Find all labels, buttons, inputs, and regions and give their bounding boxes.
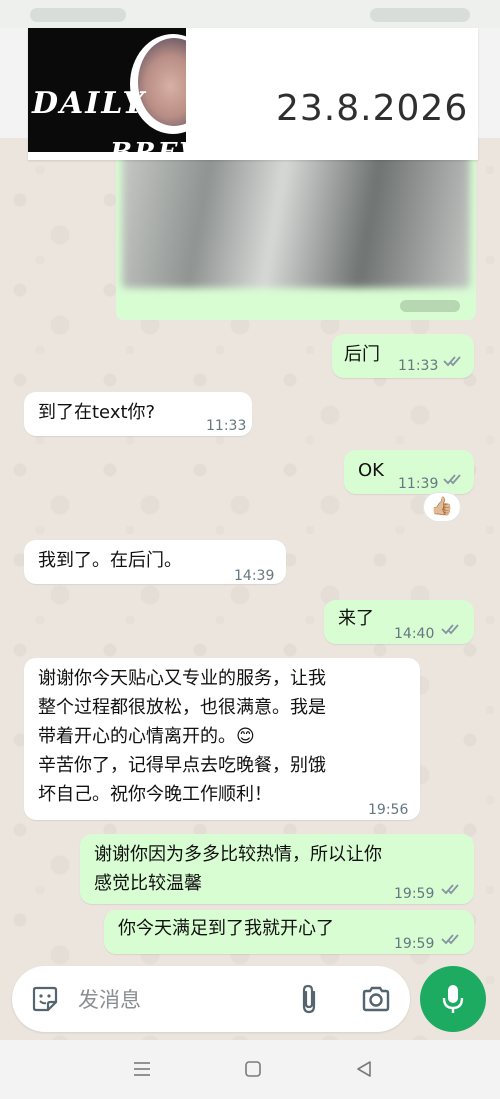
- message-text: 谢谢你因为多多比较热情，所以让你 感觉比较温馨: [94, 844, 382, 894]
- image-message-meta-blur: [400, 300, 460, 312]
- mic-button[interactable]: [420, 966, 486, 1032]
- sticker-icon[interactable]: [30, 984, 60, 1014]
- paperclip-icon[interactable]: [296, 982, 322, 1016]
- double-check-icon: [443, 474, 461, 485]
- status-bar-left-blur: [30, 8, 126, 22]
- message-time: 19:59: [394, 936, 435, 952]
- message-time: 14:39: [234, 568, 275, 584]
- message-outgoing[interactable]: 你今天满足到了我就开心了 19:59: [104, 910, 474, 954]
- message-text: 谢谢你今天贴心又专业的服务，让我 整个过程都很放松，也很满意。我是 带着开心的心…: [38, 668, 326, 805]
- message-incoming[interactable]: 我到了。在后门。 14:39: [24, 540, 286, 584]
- message-time: 19:59: [394, 886, 435, 902]
- message-text: 后门: [344, 344, 380, 365]
- microphone-icon: [442, 985, 464, 1013]
- message-time: 19:56: [368, 802, 409, 818]
- message-time: 14:40: [394, 626, 435, 642]
- status-bar-right-blur: [370, 8, 470, 22]
- message-time: 11:33: [206, 418, 247, 434]
- back-triangle-icon[interactable]: [354, 1059, 374, 1079]
- camera-icon[interactable]: [360, 984, 392, 1014]
- message-text: 我到了。在后门。: [38, 550, 182, 571]
- message-time: 11:33: [398, 358, 439, 374]
- message-text: 来了: [338, 608, 374, 629]
- double-check-icon: [441, 884, 459, 895]
- status-bar: [0, 0, 500, 28]
- daily-brew-logo: DAILY BREW: [28, 28, 186, 152]
- message-incoming[interactable]: 谢谢你今天贴心又专业的服务，让我 整个过程都很放松，也很满意。我是 带着开心的心…: [24, 658, 420, 820]
- message-outgoing[interactable]: 谢谢你因为多多比较热情，所以让你 感觉比较温馨 19:59: [80, 834, 474, 904]
- message-outgoing[interactable]: OK 11:39: [344, 450, 474, 494]
- double-check-icon: [441, 934, 459, 945]
- double-check-icon: [441, 624, 459, 635]
- thumbs-up-reaction[interactable]: 👍🏼: [423, 492, 461, 522]
- message-text: 到了在text你?: [38, 402, 156, 423]
- message-input[interactable]: 发消息: [78, 984, 141, 1014]
- overlay-date: 23.8.2026: [276, 88, 469, 129]
- logo-word-daily: DAILY: [32, 86, 146, 121]
- menu-icon[interactable]: [132, 1060, 152, 1078]
- message-outgoing[interactable]: 后门 11:33: [332, 334, 474, 378]
- home-square-icon[interactable]: [244, 1060, 262, 1078]
- message-composer[interactable]: [12, 966, 410, 1032]
- message-outgoing[interactable]: 来了 14:40: [324, 600, 474, 644]
- message-text: 你今天满足到了我就开心了: [118, 918, 334, 939]
- system-navigation-bar: [0, 1040, 500, 1099]
- logo-word-brew: BREW: [110, 138, 186, 152]
- message-incoming[interactable]: 到了在text你? 11:33: [24, 392, 252, 436]
- double-check-icon: [443, 356, 461, 367]
- message-text: OK: [358, 460, 384, 481]
